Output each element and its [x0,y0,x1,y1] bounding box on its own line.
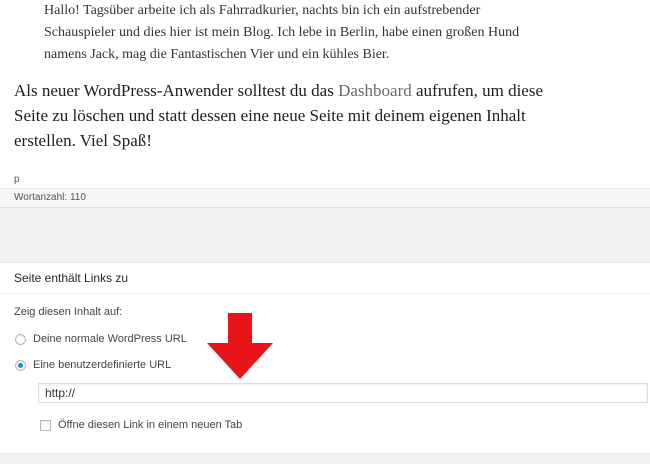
radio-selected-dot [18,363,23,368]
new-tab-checkbox[interactable] [40,420,51,431]
paragraph-text: Als neuer WordPress-Anwender solltest du… [14,81,339,100]
content-editor[interactable]: Hallo! Tagsüber arbeite ich als Fahrradk… [0,0,650,173]
radio-custom-url[interactable] [15,360,26,371]
quote-line: Hallo! Tagsüber arbeite ich als Fahrradk… [44,3,481,18]
show-content-label: Zeig diesen Inhalt auf: [14,306,123,318]
new-tab-label[interactable]: Öffne diesen Link in einem neuen Tab [58,419,242,431]
quote-line: namens Jack, mag die Fantastischen Vier … [44,47,390,62]
intro-paragraph: Als neuer WordPress-Anwender solltest du… [14,78,574,153]
quote-line: Schauspieler und dies hier ist mein Blog… [44,25,520,40]
radio-custom-url-label[interactable]: Eine benutzerdefinierte URL [33,359,171,371]
dashboard-link[interactable]: Dashboard [338,81,412,100]
element-path[interactable]: p [14,174,20,185]
metabox-title: Seite enthält Links zu [14,271,129,285]
custom-url-input[interactable] [38,383,648,403]
links-metabox: Seite enthält Links zu Zeig diesen Inhal… [0,262,650,454]
quote-block: Hallo! Tagsüber arbeite ich als Fahrradk… [44,0,544,66]
element-path-bar: p [0,172,650,188]
metabox-header[interactable]: Seite enthält Links zu [0,263,650,294]
radio-default-url-label[interactable]: Deine normale WordPress URL [33,333,187,345]
radio-default-url[interactable] [15,334,26,345]
word-count: Wortanzahl: 110 [14,192,86,203]
down-arrow-icon [207,313,273,379]
status-bar: Wortanzahl: 110 [0,188,650,208]
